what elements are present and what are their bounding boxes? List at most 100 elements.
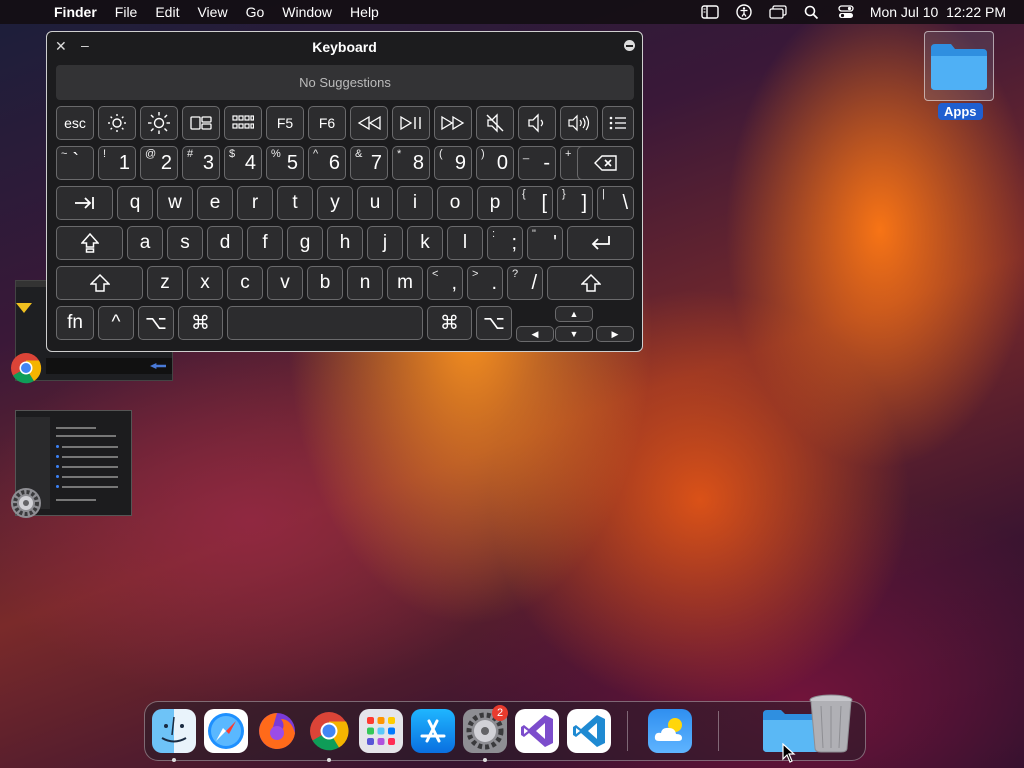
key-comma[interactable]: < , (427, 266, 463, 300)
key-7[interactable]: & 7 (350, 146, 388, 180)
key-x[interactable]: x (187, 266, 223, 300)
key-u[interactable]: u (357, 186, 393, 220)
key-2[interactable]: @ 2 (140, 146, 178, 180)
key-v[interactable]: v (267, 266, 303, 300)
key-quote[interactable]: " ' (527, 226, 563, 260)
menu-window[interactable]: Window (282, 4, 332, 20)
desktop-folder-label[interactable]: Apps (938, 103, 983, 120)
key-j[interactable]: j (367, 226, 403, 260)
key-period[interactable]: > . (467, 266, 503, 300)
key-backtick[interactable]: ~ ` (56, 146, 94, 180)
key-l[interactable]: l (447, 226, 483, 260)
key-9[interactable]: ( 9 (434, 146, 472, 180)
menubar-clock[interactable]: Mon Jul 10 12:22 PM (870, 4, 1006, 20)
key-right-option[interactable]: ⌥ (476, 306, 512, 340)
key-open-bracket[interactable]: { [ (517, 186, 553, 220)
key-1[interactable]: ! 1 (98, 146, 136, 180)
key-space[interactable] (227, 306, 423, 340)
key-brightness-up[interactable] (140, 106, 178, 140)
key-z[interactable]: z (147, 266, 183, 300)
key-d[interactable]: d (207, 226, 243, 260)
menu-app-name[interactable]: Finder (54, 4, 97, 20)
key-k[interactable]: k (407, 226, 443, 260)
key-volume-up[interactable] (560, 106, 598, 140)
key-delete[interactable] (577, 146, 634, 180)
key-left-command[interactable]: ⌘ (178, 306, 223, 340)
key-volume-down[interactable] (518, 106, 556, 140)
key-fast-forward[interactable] (434, 106, 472, 140)
key-rewind[interactable] (350, 106, 388, 140)
dock-finder-icon[interactable] (152, 709, 196, 753)
dock-firefox-icon[interactable] (255, 709, 299, 753)
dock-chrome-icon[interactable] (307, 709, 351, 753)
key-0[interactable]: ) 0 (476, 146, 514, 180)
key-3[interactable]: # 3 (182, 146, 220, 180)
key-arrow-up[interactable]: ▲ (555, 306, 593, 322)
key-minus[interactable]: _ - (518, 146, 556, 180)
key-left-option[interactable]: ⌥ (138, 306, 174, 340)
key-arrow-down[interactable]: ▼ (555, 326, 593, 342)
chrome-app-icon[interactable] (10, 352, 42, 384)
key-f6[interactable]: F6 (308, 106, 346, 140)
key-g[interactable]: g (287, 226, 323, 260)
dock-visual-studio-icon[interactable] (515, 709, 559, 753)
key-right-shift[interactable] (547, 266, 634, 300)
dock-trash-icon[interactable] (807, 694, 855, 754)
key-q[interactable]: q (117, 186, 153, 220)
window-switcher-icon[interactable] (768, 4, 788, 20)
key-close-bracket[interactable]: } ] (557, 186, 593, 220)
dock-app-store-icon[interactable] (411, 709, 455, 753)
key-control[interactable]: ^ (98, 306, 134, 340)
key-f[interactable]: f (247, 226, 283, 260)
key-5[interactable]: % 5 (266, 146, 304, 180)
key-f5[interactable]: F5 (266, 106, 304, 140)
key-r[interactable]: r (237, 186, 273, 220)
key-a[interactable]: a (127, 226, 163, 260)
key-i[interactable]: i (397, 186, 433, 220)
key-return[interactable] (567, 226, 634, 260)
key-esc[interactable]: esc (56, 106, 94, 140)
key-launchpad[interactable] (224, 106, 262, 140)
dock-weather-icon[interactable] (648, 709, 692, 753)
key-h[interactable]: h (327, 226, 363, 260)
menu-edit[interactable]: Edit (155, 4, 179, 20)
sidebar-icon[interactable] (700, 4, 720, 20)
key-t[interactable]: t (277, 186, 313, 220)
key-p[interactable]: p (477, 186, 513, 220)
key-tab[interactable] (56, 186, 113, 220)
key-w[interactable]: w (157, 186, 193, 220)
menu-help[interactable]: Help (350, 4, 379, 20)
system-settings-chip-icon[interactable] (10, 487, 42, 519)
dock-safari-icon[interactable] (204, 709, 248, 753)
menu-file[interactable]: File (115, 4, 138, 20)
key-6[interactable]: ^ 6 (308, 146, 346, 180)
key-backslash[interactable]: | \ (597, 186, 634, 220)
key-m[interactable]: m (387, 266, 423, 300)
key-8[interactable]: * 8 (392, 146, 430, 180)
key-4[interactable]: $ 4 (224, 146, 262, 180)
accessibility-icon[interactable] (734, 4, 754, 20)
key-caps-lock[interactable] (56, 226, 123, 260)
key-o[interactable]: o (437, 186, 473, 220)
spotlight-search-icon[interactable] (802, 4, 822, 20)
key-b[interactable]: b (307, 266, 343, 300)
key-right-command[interactable]: ⌘ (427, 306, 472, 340)
key-n[interactable]: n (347, 266, 383, 300)
menu-view[interactable]: View (197, 4, 227, 20)
key-slash[interactable]: ? / (507, 266, 543, 300)
dock-launchpad-icon[interactable] (359, 709, 403, 753)
key-play-pause[interactable] (392, 106, 430, 140)
key-mission-control[interactable] (182, 106, 220, 140)
key-fn[interactable]: fn (56, 306, 94, 340)
key-s[interactable]: s (167, 226, 203, 260)
control-center-icon[interactable] (836, 4, 856, 20)
key-arrow-left[interactable]: ◀ (516, 326, 554, 342)
key-y[interactable]: y (317, 186, 353, 220)
key-semicolon[interactable]: : ; (487, 226, 523, 260)
key-left-shift[interactable] (56, 266, 143, 300)
key-e[interactable]: e (197, 186, 233, 220)
desktop-folder-apps[interactable] (924, 31, 994, 101)
more-options-icon[interactable] (624, 40, 635, 51)
key-mute[interactable] (476, 106, 514, 140)
key-list[interactable] (602, 106, 634, 140)
